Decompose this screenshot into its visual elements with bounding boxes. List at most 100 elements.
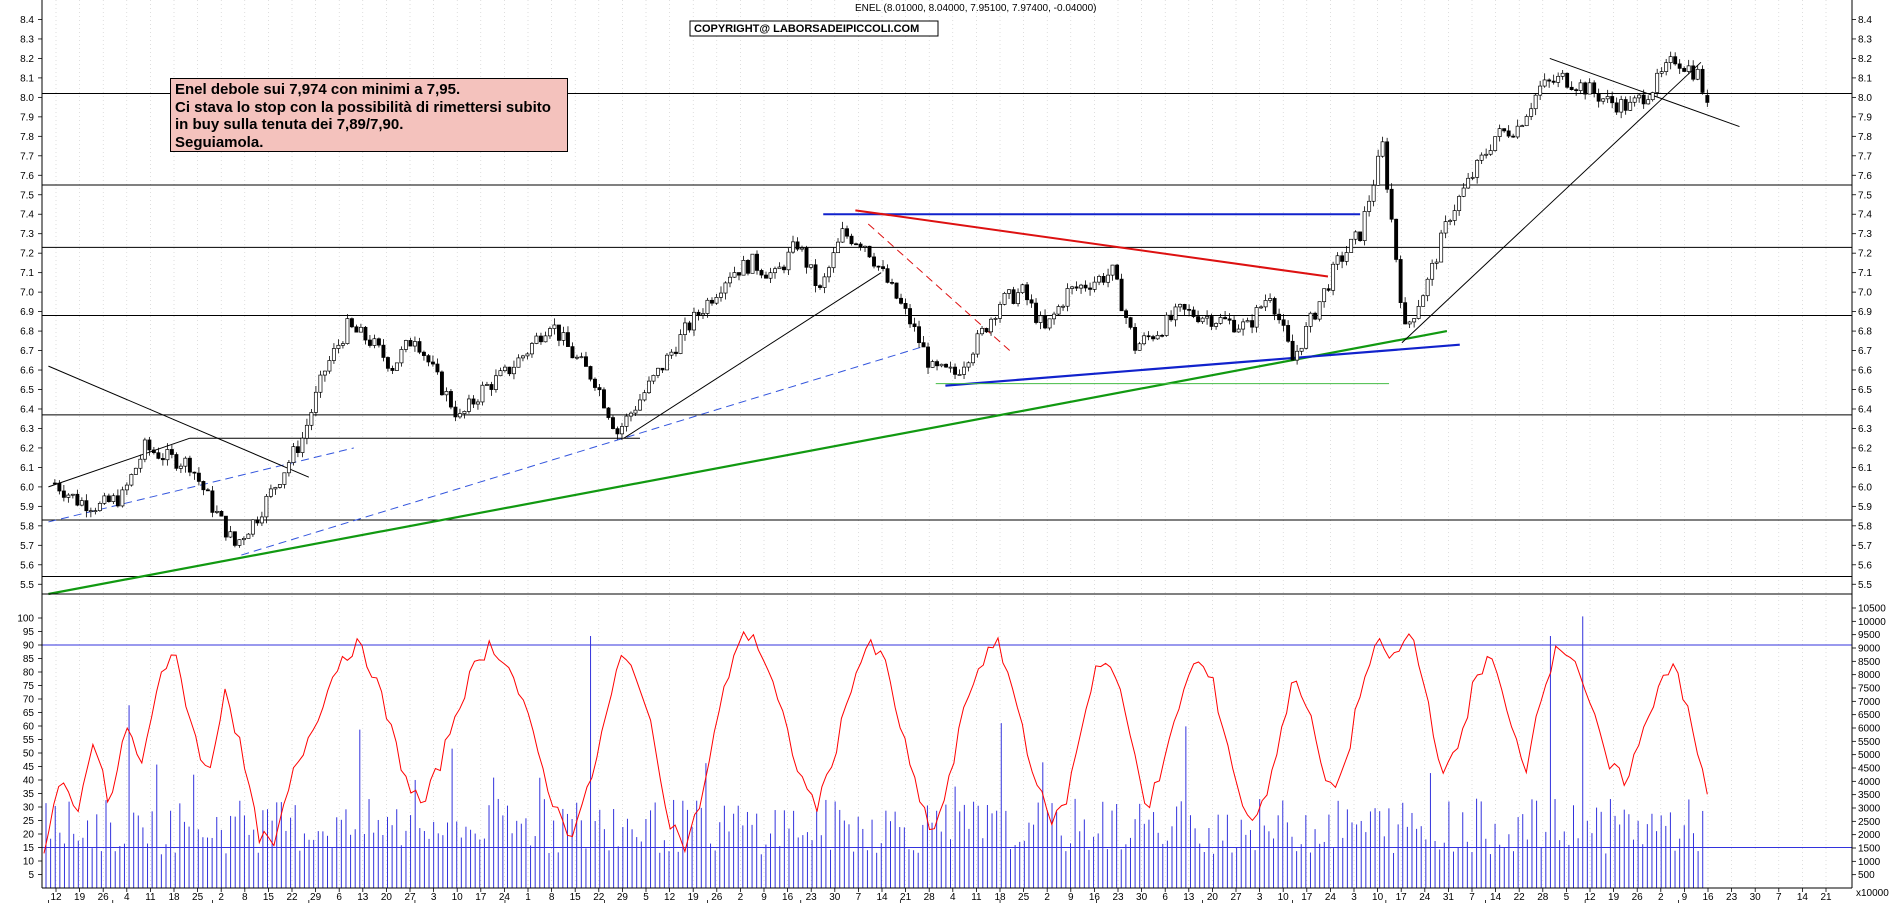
x-day-tick: 19 [688,892,700,903]
x-day-tick: 5 [1564,892,1570,903]
y-volume-tick: 9500 [1858,630,1881,641]
candle-body [1407,321,1412,325]
candle-body [1380,141,1385,157]
x-day-tick: 24 [1325,892,1337,903]
candle-body [561,332,566,341]
candle-body [1439,232,1444,263]
y-price-tick: 7.7 [1858,151,1872,162]
y-price-tick: 8.2 [20,54,34,65]
y-osc-tick: 95 [23,627,35,638]
candle-body [1196,316,1201,323]
candle-body [1601,98,1606,102]
y-osc-tick: 70 [23,695,35,706]
candle-body [516,357,521,368]
candle-body [1371,184,1376,202]
candle-body [439,371,444,396]
candle-body [1691,65,1696,80]
candle-body [1695,68,1700,80]
candle-body [1106,274,1111,283]
y-volume-tick: 2000 [1858,830,1881,841]
y-price-tick: 8.4 [1858,15,1872,26]
candle-body [1029,299,1034,304]
candle-body [818,285,822,288]
candle-body [367,339,372,346]
x-day-tick: 28 [1537,892,1549,903]
candle-body [1592,82,1597,94]
candle-body [1533,94,1538,110]
candle-body [512,366,516,375]
candle-body [1560,72,1565,77]
candle-body [1542,79,1547,87]
x-day-tick: 11 [145,892,156,903]
candle-body [998,304,1002,319]
candle-body [52,482,57,485]
x-day-tick: 3 [431,892,437,903]
candle-body [471,398,476,405]
candle-body [935,361,939,367]
candle-body [1007,289,1011,294]
candle-body [800,247,804,250]
candle-body [1376,155,1381,186]
candle-body [1367,200,1372,212]
x-day-tick: 1 [525,892,531,903]
candle-body [1016,292,1020,304]
candle-body [1209,316,1214,327]
candle-body [1452,210,1457,221]
y-price-tick: 8.0 [20,93,34,104]
candle-body [786,251,791,271]
candle-body [660,367,665,371]
candle-body [1596,93,1601,102]
candle-body [714,297,719,304]
candle-body [1551,80,1556,83]
candle-body [507,366,512,375]
x-day-tick: 6 [336,892,342,903]
x-day-tick: 23 [1112,892,1124,903]
candle-body [390,367,395,371]
candle-body [1115,264,1120,280]
trendline [945,343,1460,387]
candle-body [633,409,638,414]
candle-body [1043,315,1048,329]
x-day-tick: 17 [475,892,487,903]
x-day-tick: 29 [617,892,629,903]
candle-body [273,487,278,490]
candle-body [615,428,620,435]
candle-body [917,326,921,343]
candle-body [948,366,953,369]
candle-body [1484,153,1489,156]
candle-body [1263,300,1268,308]
candle-body [1083,284,1088,289]
candle-body [120,489,125,507]
x-day-tick: 21 [900,892,912,903]
candle-body [201,481,206,491]
candle-body [1650,92,1655,101]
candle-body [88,510,93,513]
y-osc-tick: 35 [23,789,35,800]
candle-body [629,412,633,417]
candle-body [962,366,966,375]
x-day-tick: 23 [1726,892,1738,903]
y-volume-tick: 6000 [1858,724,1881,735]
y-price-tick: 6.7 [1858,346,1872,357]
x-day-tick: 30 [1750,892,1762,903]
x-day-tick: 15 [570,892,582,903]
candle-body [1178,303,1183,308]
candle-body [759,270,764,276]
x-day-tick: 16 [1089,892,1101,903]
candle-body [403,340,408,350]
candle-body [1281,319,1286,326]
y-price-tick: 7.1 [20,268,34,279]
candle-body [723,282,728,294]
candle-body [539,335,543,343]
y-price-tick: 5.9 [1858,502,1872,513]
candle-body [70,493,75,496]
candle-body [309,412,314,426]
candle-body [755,253,759,271]
candle-body [331,348,336,361]
candle-body [165,449,170,461]
candle-body [840,228,845,243]
candle-body [124,484,129,491]
y-price-tick: 6.5 [20,385,34,396]
candle-body [1236,328,1241,333]
x-day-tick: 30 [829,892,841,903]
